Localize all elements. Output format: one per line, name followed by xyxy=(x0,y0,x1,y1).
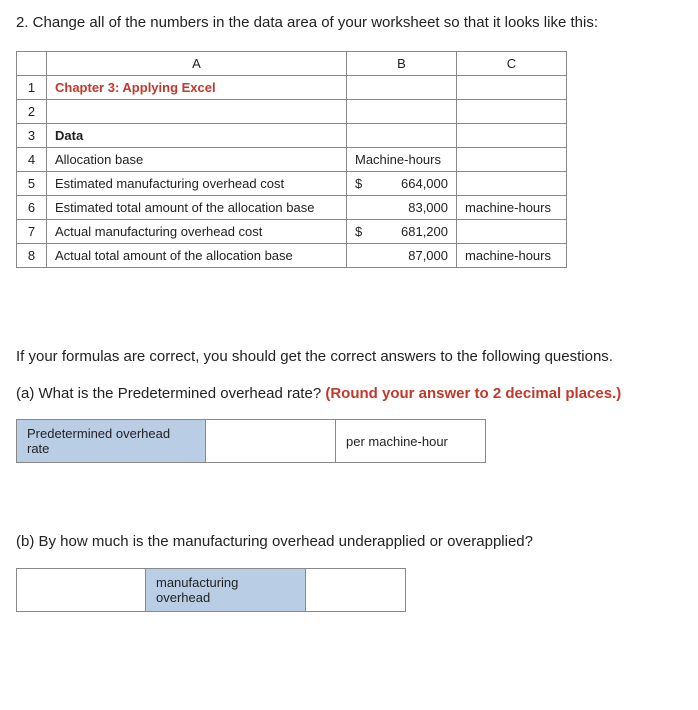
cell-a5: Estimated manufacturing overhead cost xyxy=(47,172,347,196)
col-header-b: B xyxy=(347,52,457,76)
cell-a1: Chapter 3: Applying Excel xyxy=(47,76,347,100)
cell-a6: Estimated total amount of the allocation… xyxy=(47,196,347,220)
cell-a3: Data xyxy=(47,124,347,148)
table-row: 7 Actual manufacturing overhead cost $68… xyxy=(17,220,567,244)
row-num: 7 xyxy=(17,220,47,244)
row-num: 2 xyxy=(17,100,47,124)
predetermined-rate-input[interactable] xyxy=(206,419,336,463)
table-row: 4 Allocation base Machine-hours xyxy=(17,148,567,172)
cell-c6: machine-hours xyxy=(457,196,567,220)
cell-a8: Actual total amount of the allocation ba… xyxy=(47,244,347,268)
cell-b8: 87,000 xyxy=(347,244,457,268)
row-num: 4 xyxy=(17,148,47,172)
cell-b7: $681,200 xyxy=(347,220,457,244)
table-row: 5 Estimated manufacturing overhead cost … xyxy=(17,172,567,196)
data-spreadsheet: A B C 1 Chapter 3: Applying Excel 2 3 Da… xyxy=(16,51,567,268)
cell-a4: Allocation base xyxy=(47,148,347,172)
currency-symbol: $ xyxy=(355,176,362,191)
overhead-type-input[interactable] xyxy=(16,568,146,612)
cell-b4: Machine-hours xyxy=(347,148,457,172)
currency-value: 681,200 xyxy=(401,224,448,239)
cell-b5: $664,000 xyxy=(347,172,457,196)
row-num: 6 xyxy=(17,196,47,220)
cell-b6: 83,000 xyxy=(347,196,457,220)
currency-symbol: $ xyxy=(355,224,362,239)
overhead-amount-input[interactable] xyxy=(306,568,406,612)
manufacturing-overhead-label: manufacturing overhead xyxy=(146,568,306,612)
predetermined-rate-label: Predetermined overhead rate xyxy=(16,419,206,463)
cell-a7: Actual manufacturing overhead cost xyxy=(47,220,347,244)
cell-c3 xyxy=(457,124,567,148)
cell-a2 xyxy=(47,100,347,124)
cell-b2 xyxy=(347,100,457,124)
currency-value: 664,000 xyxy=(401,176,448,191)
cell-b3 xyxy=(347,124,457,148)
part-a-prompt: (a) What is the Predetermined overhead r… xyxy=(16,383,682,406)
cell-c8: machine-hours xyxy=(457,244,567,268)
table-row: 3 Data xyxy=(17,124,567,148)
cell-c1 xyxy=(457,76,567,100)
part-a-answer-row: Predetermined overhead rate per machine-… xyxy=(16,419,682,463)
part-b-answer-row: manufacturing overhead xyxy=(16,568,682,612)
cell-c7 xyxy=(457,220,567,244)
table-row: 8 Actual total amount of the allocation … xyxy=(17,244,567,268)
table-row: 2 xyxy=(17,100,567,124)
row-num: 1 xyxy=(17,76,47,100)
cell-c4 xyxy=(457,148,567,172)
cell-c2 xyxy=(457,100,567,124)
predetermined-rate-unit: per machine-hour xyxy=(336,419,486,463)
cell-c5 xyxy=(457,172,567,196)
corner-cell xyxy=(17,52,47,76)
row-num: 5 xyxy=(17,172,47,196)
followup-text: If your formulas are correct, you should… xyxy=(16,346,682,369)
col-header-c: C xyxy=(457,52,567,76)
cell-b1 xyxy=(347,76,457,100)
table-row: 1 Chapter 3: Applying Excel xyxy=(17,76,567,100)
row-num: 3 xyxy=(17,124,47,148)
col-header-a: A xyxy=(47,52,347,76)
table-row: 6 Estimated total amount of the allocati… xyxy=(17,196,567,220)
part-a-instruction: (Round your answer to 2 decimal places.) xyxy=(325,385,621,402)
question-intro: 2. Change all of the numbers in the data… xyxy=(16,12,682,33)
part-b-prompt: (b) By how much is the manufacturing ove… xyxy=(16,531,682,554)
row-num: 8 xyxy=(17,244,47,268)
part-a-text: (a) What is the Predetermined overhead r… xyxy=(16,385,325,402)
